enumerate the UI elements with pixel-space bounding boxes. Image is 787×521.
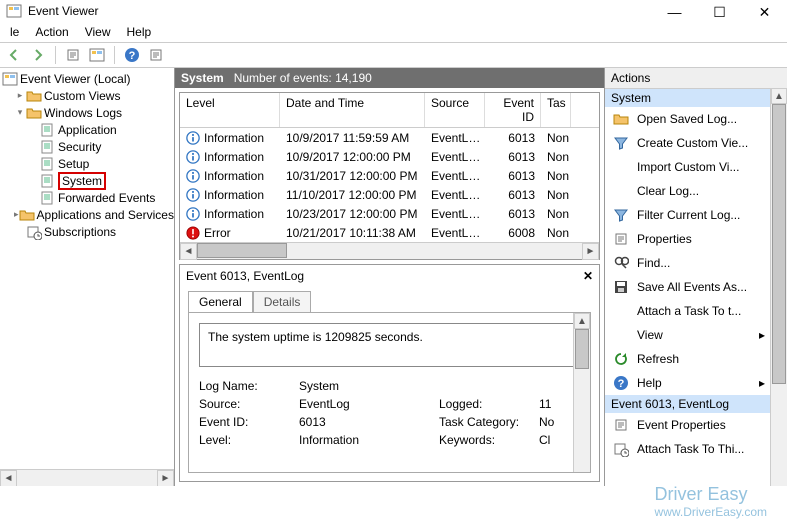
tree-item[interactable]: Application — [0, 121, 174, 138]
tree-item[interactable]: ▸Applications and Services Lo — [0, 206, 174, 223]
action-link[interactable]: Refresh — [605, 347, 787, 371]
save-icon — [613, 279, 629, 295]
properties-button[interactable] — [146, 45, 166, 65]
action-link[interactable]: Attach Task To Thi... — [605, 437, 787, 461]
actions-header: Actions — [605, 68, 787, 89]
tree-item[interactable]: Security — [0, 138, 174, 155]
window-title: Event Viewer — [28, 4, 98, 18]
tree-item[interactable]: System — [0, 172, 174, 189]
tree-item[interactable]: ▾Windows Logs — [0, 104, 174, 121]
list-hscroll[interactable]: ◄ ► — [180, 242, 599, 259]
action-link[interactable]: Open Saved Log... — [605, 107, 787, 131]
event-row[interactable]: Error10/21/2017 10:11:38 AMEventL…6008No… — [180, 223, 599, 242]
show-hide-action-button[interactable] — [87, 45, 107, 65]
action-link[interactable]: Help▸ — [605, 371, 787, 395]
action-link[interactable]: Create Custom Vie... — [605, 131, 787, 155]
col-level[interactable]: Level — [180, 93, 280, 127]
col-eventid[interactable]: Event ID — [485, 93, 541, 127]
maximize-button[interactable]: ☐ — [697, 0, 742, 24]
preview-vscroll[interactable]: ▲ — [573, 313, 590, 472]
action-link[interactable]: Find... — [605, 251, 787, 275]
tree-item[interactable]: ▸Custom Views — [0, 87, 174, 104]
center-header: System Number of events: 14,190 — [175, 68, 604, 88]
action-link[interactable]: View▸ — [605, 323, 787, 347]
col-datetime[interactable]: Date and Time — [280, 93, 425, 127]
menu-help[interactable]: Help — [119, 23, 160, 41]
action-link[interactable]: Save All Events As... — [605, 275, 787, 299]
event-row[interactable]: Information10/9/2017 11:59:59 AMEventL…6… — [180, 128, 599, 147]
event-message: The system uptime is 1209825 seconds. — [199, 323, 580, 367]
props-icon — [613, 231, 629, 247]
action-link[interactable]: Clear Log... — [605, 179, 787, 203]
props-icon — [613, 417, 629, 433]
event-row[interactable]: Information10/31/2017 12:00:00 PMEventL…… — [180, 166, 599, 185]
event-preview: Event 6013, EventLog ✕ General Details T… — [179, 264, 600, 482]
show-hide-tree-button[interactable] — [63, 45, 83, 65]
tab-details[interactable]: Details — [253, 291, 312, 312]
tab-general[interactable]: General — [188, 291, 253, 312]
list-header[interactable]: Level Date and Time Source Event ID Tas — [180, 93, 599, 128]
close-window-button[interactable]: ✕ — [742, 0, 787, 24]
folder-icon — [613, 111, 629, 127]
actions-pane: Actions System▲ Open Saved Log...Create … — [605, 68, 787, 486]
col-task[interactable]: Tas — [541, 93, 571, 127]
menu-action[interactable]: Action — [27, 23, 76, 41]
menu-view[interactable]: View — [77, 23, 119, 41]
app-icon — [6, 3, 22, 19]
tree-item[interactable]: Forwarded Events — [0, 189, 174, 206]
action-link[interactable]: Import Custom Vi... — [605, 155, 787, 179]
event-row[interactable]: Information10/9/2017 12:00:00 PMEventL…6… — [180, 147, 599, 166]
task-icon — [613, 441, 629, 457]
minimize-button[interactable]: — — [652, 0, 697, 24]
navigation-tree: Event Viewer (Local)▸Custom Views▾Window… — [0, 68, 175, 486]
actions-vscroll[interactable]: ▲ — [770, 88, 787, 486]
event-row[interactable]: Information10/23/2017 12:00:00 PMEventL…… — [180, 204, 599, 223]
actions-section-system[interactable]: System▲ — [605, 89, 787, 107]
help-icon — [613, 375, 629, 391]
refresh-icon — [613, 351, 629, 367]
menubar: le Action View Help — [0, 22, 787, 42]
event-count: Number of events: 14,190 — [234, 71, 372, 85]
menu-file[interactable]: le — [2, 23, 27, 41]
action-link[interactable]: Properties — [605, 227, 787, 251]
action-link[interactable]: Event Properties — [605, 413, 787, 437]
tree-root[interactable]: Event Viewer (Local) — [0, 70, 174, 87]
find-icon — [613, 255, 629, 271]
log-title: System — [181, 71, 224, 85]
tree-item[interactable]: Setup — [0, 155, 174, 172]
action-link[interactable]: Attach a Task To t... — [605, 299, 787, 323]
actions-section-event[interactable]: Event 6013, EventLog▲ — [605, 395, 787, 413]
back-button[interactable] — [4, 45, 24, 65]
preview-close-button[interactable]: ✕ — [583, 269, 593, 283]
watermark: Driver Easy www.DriverEasy.com — [655, 484, 767, 519]
col-source[interactable]: Source — [425, 93, 485, 127]
tree-hscroll[interactable]: ◄► — [0, 469, 174, 486]
event-list: Level Date and Time Source Event ID Tas … — [179, 92, 600, 260]
action-link[interactable]: Filter Current Log... — [605, 203, 787, 227]
funnel-icon — [613, 207, 629, 223]
event-row[interactable]: Information11/10/2017 12:00:00 PMEventL…… — [180, 185, 599, 204]
tree-item[interactable]: Subscriptions — [0, 223, 174, 240]
help-button[interactable] — [122, 45, 142, 65]
preview-title: Event 6013, EventLog — [186, 269, 304, 283]
forward-button[interactable] — [28, 45, 48, 65]
toolbar — [0, 42, 787, 68]
funnel-icon — [613, 135, 629, 151]
